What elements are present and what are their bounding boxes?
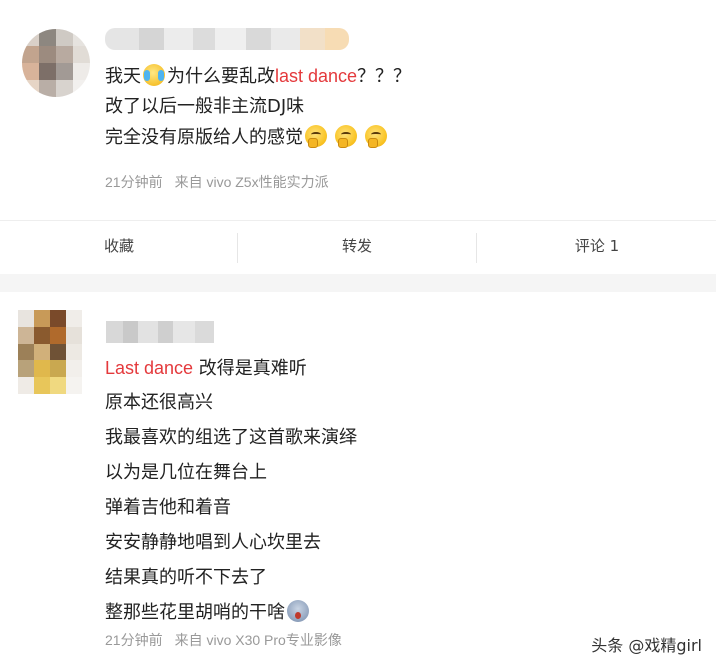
username-blurred[interactable]	[106, 321, 214, 343]
highlight-text[interactable]: last dance	[275, 66, 357, 86]
favorite-button[interactable]: 收藏	[0, 221, 238, 274]
avatar[interactable]	[18, 310, 82, 394]
timestamp: 21分钟前	[105, 174, 163, 190]
timestamp: 21分钟前	[105, 632, 163, 648]
comment-line: 我天 为什么要乱改last dance？？？	[105, 64, 412, 87]
comment-meta: 21分钟前 来自 vivo Z5x性能实力派	[105, 172, 329, 192]
comment-line: 结果真的听不下去了	[105, 567, 267, 588]
comment-card-1: 我天 为什么要乱改last dance？？？ 改了以后一般非主流DJ味 完全没有原…	[0, 0, 716, 220]
action-bar: 收藏 转发 评论 1	[0, 220, 716, 275]
comment-line: 原本还很高兴	[105, 392, 213, 413]
divider	[476, 233, 477, 263]
thinking-emoji-icon	[305, 125, 327, 148]
thinking-emoji-icon	[365, 125, 387, 148]
comment-button[interactable]: 评论 1	[478, 221, 716, 274]
comment-line: 改了以后一般非主流DJ味	[105, 96, 305, 117]
highlight-text[interactable]: Last dance	[105, 358, 193, 378]
repost-button[interactable]: 转发	[238, 221, 476, 274]
thinking-emoji-icon	[335, 125, 357, 148]
comment-line: Last dance 改得是真难听	[105, 358, 307, 379]
shocked-emoji-icon	[287, 600, 309, 622]
comment-text: Last dance 改得是真难听 原本还很高兴 我最喜欢的组选了这首歌来演绎 …	[105, 355, 357, 635]
comment-meta: 21分钟前 来自 vivo X30 Pro专业影像	[105, 630, 342, 650]
avatar[interactable]	[22, 29, 90, 97]
username-blurred[interactable]	[105, 28, 349, 50]
device-source: 来自 vivo X30 Pro专业影像	[174, 632, 342, 648]
comment-card-2: Last dance 改得是真难听 原本还很高兴 我最喜欢的组选了这首歌来演绎 …	[0, 292, 716, 668]
crying-laughing-emoji-icon	[143, 64, 165, 86]
comment-line: 以为是几位在舞台上	[105, 462, 267, 483]
comment-line: 我最喜欢的组选了这首歌来演绎	[105, 427, 357, 448]
comment-line: 弹着吉他和着音	[105, 497, 231, 518]
device-source: 来自 vivo Z5x性能实力派	[174, 174, 329, 190]
section-separator	[0, 274, 716, 292]
comment-line: 完全没有原版给人的感觉	[105, 125, 411, 156]
comment-text: 我天 为什么要乱改last dance？？？ 改了以后一般非主流DJ味 完全没有原…	[105, 63, 411, 156]
comment-line: 安安静静地唱到人心坎里去	[105, 532, 321, 553]
watermark: 头条 @戏精girl	[591, 636, 702, 655]
